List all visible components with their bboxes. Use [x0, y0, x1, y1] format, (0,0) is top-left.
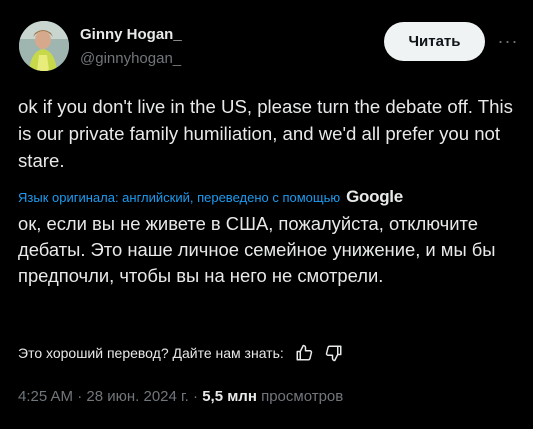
author-name[interactable]: Ginny Hogan_ [80, 26, 182, 43]
feedback-prompt: Это хороший перевод? Дайте нам знать: [18, 345, 284, 361]
meta-separator: · [77, 388, 83, 405]
translation-feedback: Это хороший перевод? Дайте нам знать: [18, 343, 344, 363]
google-logo: Google [346, 187, 403, 206]
more-options-icon[interactable]: ··· [497, 30, 519, 52]
tweet-date[interactable]: 28 июн. 2024 г. [86, 388, 188, 405]
author-handle[interactable]: @ginnyhogan_ [80, 50, 181, 67]
translation-note[interactable]: Язык оригинала: английский, переведено с… [18, 187, 403, 207]
translation-note-text[interactable]: Язык оригинала: английский, переведено с… [18, 190, 340, 205]
thumbs-down-icon[interactable] [324, 343, 344, 363]
author-avatar[interactable] [19, 21, 69, 71]
views-label: просмотров [261, 388, 344, 405]
views-count: 5,5 млн [202, 388, 257, 405]
thumbs-up-icon[interactable] [294, 343, 314, 363]
translated-text: ок, если вы не живете в США, пожалуйста,… [18, 213, 496, 286]
follow-button[interactable]: Читать [384, 22, 485, 61]
tweet-text: ok if you don't live in the US, please t… [18, 96, 513, 171]
tweet-time[interactable]: 4:25 AM [18, 388, 73, 405]
meta-separator: · [193, 388, 199, 405]
tweet-meta: 4:25 AM · 28 июн. 2024 г. · 5,5 млн прос… [18, 388, 343, 405]
